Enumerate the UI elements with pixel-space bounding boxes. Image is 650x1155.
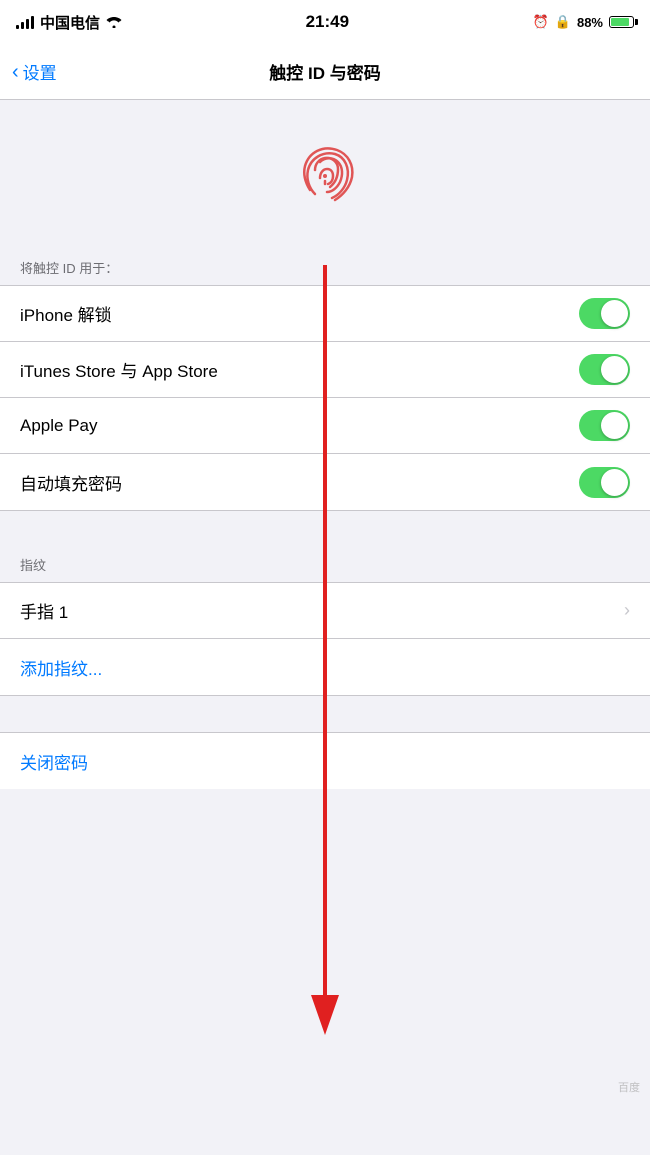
back-label: 设置 xyxy=(23,59,57,84)
chevron-right-icon: › xyxy=(624,600,630,621)
time-label: 21:49 xyxy=(306,12,349,32)
page-title: 触控 ID 与密码 xyxy=(269,59,380,84)
group-gap-1 xyxy=(0,511,650,547)
apple-pay-row[interactable]: Apple Pay xyxy=(0,398,650,454)
nav-bar: ‹ 设置 触控 ID 与密码 xyxy=(0,44,650,100)
wifi-icon xyxy=(106,16,122,28)
close-passcode-label: 关闭密码 xyxy=(20,749,88,774)
status-left: 中国电信 xyxy=(16,12,122,33)
toggle-knob-2 xyxy=(601,356,628,383)
itunes-appstore-label: iTunes Store 与 App Store xyxy=(20,357,218,382)
touch-id-toggles-group: iPhone 解锁 iTunes Store 与 App Store Apple… xyxy=(0,285,650,511)
close-passcode-section: 关闭密码 xyxy=(0,732,650,789)
status-bar: 中国电信 21:49 ⏰ 🔒 88% xyxy=(0,0,650,44)
finger1-row[interactable]: 手指 1 › xyxy=(0,583,650,639)
iphone-unlock-row[interactable]: iPhone 解锁 xyxy=(0,286,650,342)
iphone-unlock-label: iPhone 解锁 xyxy=(20,301,112,326)
fingerprint-section-label: 指纹 xyxy=(0,547,650,582)
carrier-label: 中国电信 xyxy=(40,12,100,33)
alarm-icon: ⏰ xyxy=(533,14,549,30)
back-chevron-icon: ‹ xyxy=(12,62,19,82)
apple-pay-label: Apple Pay xyxy=(20,416,98,436)
back-button[interactable]: ‹ 设置 xyxy=(0,59,69,84)
iphone-unlock-toggle[interactable] xyxy=(579,298,630,329)
lock-icon: 🔒 xyxy=(555,14,571,30)
toggle-knob-4 xyxy=(601,469,628,496)
autofill-label: 自动填充密码 xyxy=(20,470,122,495)
itunes-appstore-row[interactable]: iTunes Store 与 App Store xyxy=(0,342,650,398)
status-right: ⏰ 🔒 88% xyxy=(533,14,634,30)
itunes-appstore-toggle[interactable] xyxy=(579,354,630,385)
watermark: 百度 xyxy=(618,1079,640,1095)
finger1-label: 手指 1 xyxy=(20,598,68,623)
fingerprint-group: 手指 1 › 添加指纹... xyxy=(0,582,650,696)
bottom-gap xyxy=(0,696,650,732)
autofill-row[interactable]: 自动填充密码 xyxy=(0,454,650,510)
close-passcode-row[interactable]: 关闭密码 xyxy=(0,733,650,789)
battery-percent: 88% xyxy=(577,15,603,30)
add-fingerprint-label: 添加指纹... xyxy=(20,655,102,680)
fingerprint-icon xyxy=(290,140,360,210)
apple-pay-toggle[interactable] xyxy=(579,410,630,441)
signal-icon xyxy=(16,15,34,29)
battery-icon xyxy=(609,16,634,28)
touch-id-use-label: 将触控 ID 用于： xyxy=(0,250,650,285)
add-fingerprint-row[interactable]: 添加指纹... xyxy=(0,639,650,695)
autofill-toggle[interactable] xyxy=(579,467,630,498)
toggle-knob xyxy=(601,300,628,327)
fingerprint-section xyxy=(0,100,650,250)
toggle-knob-3 xyxy=(601,412,628,439)
